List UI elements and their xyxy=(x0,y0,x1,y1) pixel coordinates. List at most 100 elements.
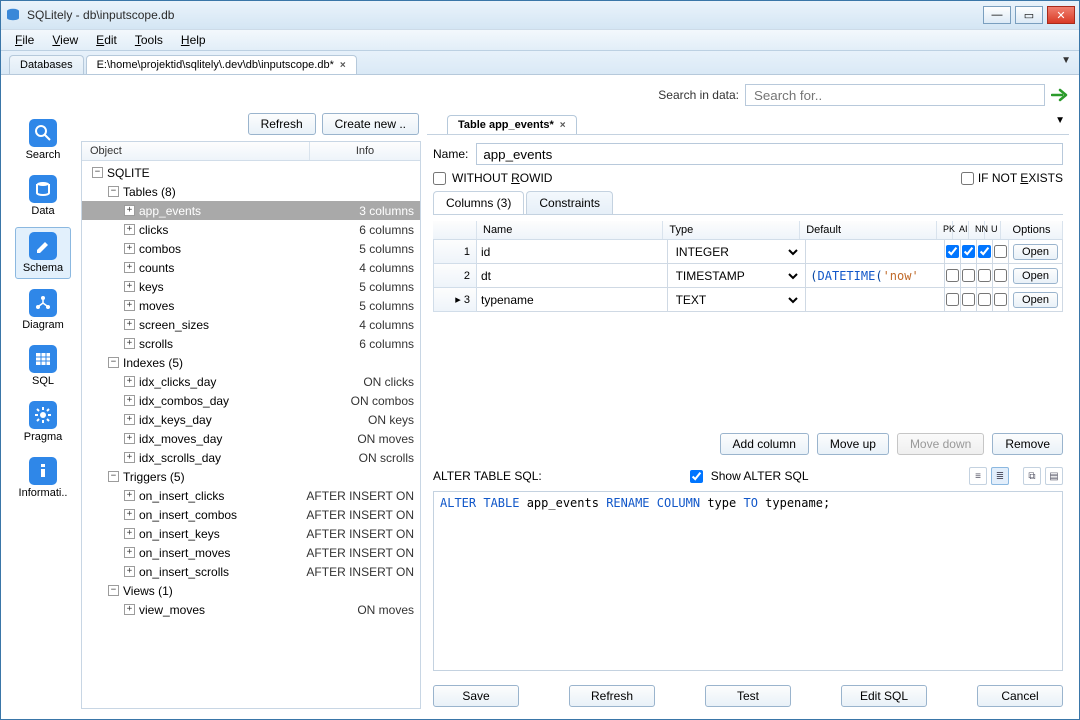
tree-node[interactable]: +idx_clicks_dayON clicks xyxy=(82,372,420,391)
column-row[interactable]: 1 INTEGER Open xyxy=(433,240,1063,264)
tree-node[interactable]: −Indexes (5) xyxy=(82,353,420,372)
tree-node[interactable]: +on_insert_keysAFTER INSERT ON xyxy=(82,524,420,543)
nav-schema[interactable]: Schema xyxy=(15,227,71,279)
tree-node[interactable]: −Tables (8) xyxy=(82,182,420,201)
col-nn-checkbox[interactable] xyxy=(978,269,991,282)
move-down-button[interactable]: Move down xyxy=(897,433,984,455)
col-pk-checkbox[interactable] xyxy=(946,245,959,258)
col-type-select[interactable]: TEXT xyxy=(672,292,802,308)
subtab-columns[interactable]: Columns (3) xyxy=(433,191,524,214)
col-open-button[interactable]: Open xyxy=(1013,244,1058,260)
col-ai-checkbox[interactable] xyxy=(962,245,975,258)
sql-box[interactable]: ALTER TABLE app_events RENAME COLUMN typ… xyxy=(433,491,1063,671)
tree-node[interactable]: −Triggers (5) xyxy=(82,467,420,486)
tree-view[interactable]: Object Info −SQLITE−Tables (8)+app_event… xyxy=(81,141,421,709)
table-name-input[interactable] xyxy=(476,143,1063,165)
tree-node[interactable]: +app_events3 columns xyxy=(82,201,420,220)
tree-node[interactable]: +view_movesON moves xyxy=(82,600,420,619)
if-not-exists-checkbox[interactable] xyxy=(961,172,974,185)
nav-search[interactable]: Search xyxy=(15,115,71,165)
subtab-constraints[interactable]: Constraints xyxy=(526,191,613,214)
close-editor-tab-icon[interactable]: × xyxy=(560,120,566,131)
maximize-button[interactable]: ▭ xyxy=(1015,6,1043,24)
tree-node[interactable]: +moves5 columns xyxy=(82,296,420,315)
nav-diagram[interactable]: Diagram xyxy=(15,285,71,335)
col-u-checkbox[interactable] xyxy=(994,245,1007,258)
edit-sql-button[interactable]: Edit SQL xyxy=(841,685,927,707)
col-default-cell[interactable]: (DATETIME('now' xyxy=(806,264,945,288)
nav-sql[interactable]: SQL xyxy=(15,341,71,391)
save-file-icon[interactable]: ▤ xyxy=(1045,467,1063,485)
col-u-checkbox[interactable] xyxy=(994,293,1007,306)
tree-header-info[interactable]: Info xyxy=(310,142,420,160)
col-u-checkbox[interactable] xyxy=(994,269,1007,282)
tree-node[interactable]: +on_insert_scrollsAFTER INSERT ON xyxy=(82,562,420,581)
tree-node[interactable]: +idx_scrolls_dayON scrolls xyxy=(82,448,420,467)
refresh-button[interactable]: Refresh xyxy=(248,113,316,135)
tab-dropdown-icon[interactable]: ▼ xyxy=(1061,55,1071,66)
editor-tab-dropdown-icon[interactable]: ▼ xyxy=(1055,115,1065,126)
menu-help[interactable]: Help xyxy=(173,31,214,49)
tree-header-object[interactable]: Object xyxy=(82,142,310,160)
close-button[interactable]: ✕ xyxy=(1047,6,1075,24)
move-up-button[interactable]: Move up xyxy=(817,433,889,455)
col-name-input[interactable] xyxy=(481,293,663,307)
col-open-button[interactable]: Open xyxy=(1013,268,1058,284)
column-row[interactable]: ▸ 3 TEXT Open xyxy=(433,288,1063,312)
list-view-icon[interactable]: ≡ xyxy=(969,467,987,485)
wrap-view-icon[interactable]: ≣ xyxy=(991,467,1009,485)
tree-node[interactable]: +scrolls6 columns xyxy=(82,334,420,353)
menu-view[interactable]: View xyxy=(44,31,86,49)
search-go-icon[interactable] xyxy=(1051,87,1069,103)
tree-node[interactable]: +counts4 columns xyxy=(82,258,420,277)
nav-pragma[interactable]: Pragma xyxy=(15,397,71,447)
tree-node[interactable]: +clicks6 columns xyxy=(82,220,420,239)
col-name-input[interactable] xyxy=(481,245,663,259)
cancel-button[interactable]: Cancel xyxy=(977,685,1063,707)
nav-data[interactable]: Data xyxy=(15,171,71,221)
refresh-editor-button[interactable]: Refresh xyxy=(569,685,655,707)
close-tab-icon[interactable]: × xyxy=(340,60,346,71)
search-input[interactable] xyxy=(745,84,1045,106)
create-new-button[interactable]: Create new .. xyxy=(322,113,419,135)
col-ai-checkbox[interactable] xyxy=(962,269,975,282)
tree-node[interactable]: +on_insert_combosAFTER INSERT ON xyxy=(82,505,420,524)
col-pk-checkbox[interactable] xyxy=(946,269,959,282)
nav-info[interactable]: Informati.. xyxy=(15,453,71,503)
menu-edit[interactable]: Edit xyxy=(88,31,125,49)
column-row[interactable]: 2 TIMESTAMP (DATETIME('now' Open xyxy=(433,264,1063,288)
tree-node[interactable]: +combos5 columns xyxy=(82,239,420,258)
tree-node[interactable]: +keys5 columns xyxy=(82,277,420,296)
tab-databases[interactable]: Databases xyxy=(9,55,84,74)
remove-column-button[interactable]: Remove xyxy=(992,433,1063,455)
col-default-cell[interactable] xyxy=(806,288,945,312)
col-type-select[interactable]: INTEGER xyxy=(672,244,802,260)
add-column-button[interactable]: Add column xyxy=(720,433,809,455)
tree-node[interactable]: −SQLITE xyxy=(82,163,420,182)
row-header[interactable]: 2 xyxy=(433,264,477,288)
tree-node[interactable]: +idx_combos_dayON combos xyxy=(82,391,420,410)
without-rowid-checkbox[interactable] xyxy=(433,172,446,185)
col-open-button[interactable]: Open xyxy=(1013,292,1058,308)
col-nn-checkbox[interactable] xyxy=(978,293,991,306)
tree-node[interactable]: +idx_keys_dayON keys xyxy=(82,410,420,429)
col-type-select[interactable]: TIMESTAMP xyxy=(672,268,802,284)
test-button[interactable]: Test xyxy=(705,685,791,707)
col-default-cell[interactable] xyxy=(806,240,945,264)
tree-node[interactable]: +screen_sizes4 columns xyxy=(82,315,420,334)
row-header[interactable]: 1 xyxy=(433,240,477,264)
tab-file[interactable]: E:\home\projektid\sqlitely\.dev\db\input… xyxy=(86,55,357,74)
menu-tools[interactable]: Tools xyxy=(127,31,171,49)
tree-node[interactable]: +on_insert_clicksAFTER INSERT ON xyxy=(82,486,420,505)
tree-node[interactable]: +idx_moves_dayON moves xyxy=(82,429,420,448)
col-name-input[interactable] xyxy=(481,269,663,283)
tree-node[interactable]: −Views (1) xyxy=(82,581,420,600)
editor-tab[interactable]: Table app_events* × xyxy=(447,115,577,134)
save-button[interactable]: Save xyxy=(433,685,519,707)
col-ai-checkbox[interactable] xyxy=(962,293,975,306)
copy-icon[interactable]: ⧉ xyxy=(1023,467,1041,485)
show-alter-checkbox[interactable] xyxy=(690,470,703,483)
col-pk-checkbox[interactable] xyxy=(946,293,959,306)
row-header[interactable]: ▸ 3 xyxy=(433,288,477,312)
menu-file[interactable]: File xyxy=(7,31,42,49)
